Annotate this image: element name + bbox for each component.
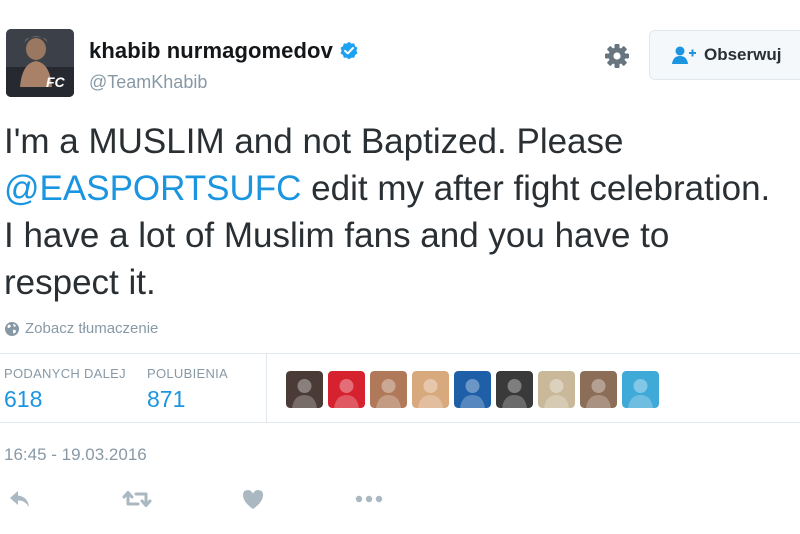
more-icon[interactable] <box>353 486 385 512</box>
avatar[interactable]: FC <box>6 29 74 97</box>
display-name[interactable]: khabib nurmagomedov <box>89 38 333 64</box>
globe-icon <box>5 321 19 336</box>
stats-divider <box>266 353 267 422</box>
tweet-text-segment: edit my after fight celebration. <box>301 169 771 208</box>
add-user-icon <box>672 46 696 64</box>
likes-stat[interactable]: POLUBIENIA 871 <box>147 366 228 413</box>
liker-avatar-6[interactable] <box>496 371 533 408</box>
timestamp[interactable]: 16:45 - 19.03.2016 <box>4 445 147 465</box>
divider <box>0 353 800 354</box>
tweet-line: I'm a MUSLIM and not Baptized. Please <box>4 118 800 165</box>
user-handle[interactable]: @TeamKhabib <box>89 72 207 93</box>
tweet-text-segment: I'm a MUSLIM and not Baptized. Please <box>4 122 624 161</box>
reply-icon[interactable] <box>8 486 32 512</box>
liker-avatar-7[interactable] <box>538 371 575 408</box>
likes-count: 871 <box>147 386 186 412</box>
tweet-line: respect it. <box>4 259 800 306</box>
divider <box>0 422 800 423</box>
tweet-text: I'm a MUSLIM and not Baptized. Please @E… <box>4 118 800 306</box>
liker-avatar-8[interactable] <box>580 371 617 408</box>
retweets-stat[interactable]: PODANYCH DALEJ 618 <box>4 366 126 413</box>
user-name-row: khabib nurmagomedov <box>89 38 359 64</box>
tweet-text-segment: I have a lot of Muslim fans and you have… <box>4 216 670 255</box>
retweet-icon[interactable] <box>122 486 152 512</box>
verified-badge-icon <box>340 41 358 60</box>
follow-button[interactable]: Obserwuj <box>649 30 800 80</box>
retweets-count: 618 <box>4 386 43 412</box>
tweet-line: @EASPORTSUFC edit my after fight celebra… <box>4 165 800 212</box>
tweet-line: I have a lot of Muslim fans and you have… <box>4 212 800 259</box>
like-icon[interactable] <box>240 486 266 512</box>
tweet-actions <box>0 486 800 522</box>
retweets-label: PODANYCH DALEJ <box>4 366 126 381</box>
tweet-text-segment: respect it. <box>4 263 156 302</box>
gear-icon[interactable] <box>603 42 631 70</box>
avatar-image: FC <box>6 29 74 97</box>
translate-link[interactable]: Zobacz tłumaczenie <box>4 320 158 337</box>
follow-button-label: Obserwuj <box>704 45 782 64</box>
liker-avatar-3[interactable] <box>370 371 407 408</box>
mention-link[interactable]: @EASPORTSUFC <box>4 169 301 208</box>
likes-label: POLUBIENIA <box>147 366 229 381</box>
liker-avatars <box>286 371 659 408</box>
translate-label: Zobacz tłumaczenie <box>25 320 159 337</box>
liker-avatar-1[interactable] <box>286 371 323 408</box>
liker-avatar-9[interactable] <box>622 371 659 408</box>
svg-text:FC: FC <box>46 74 66 90</box>
liker-avatar-2[interactable] <box>328 371 365 408</box>
liker-avatar-4[interactable] <box>412 371 449 408</box>
liker-avatar-5[interactable] <box>454 371 491 408</box>
